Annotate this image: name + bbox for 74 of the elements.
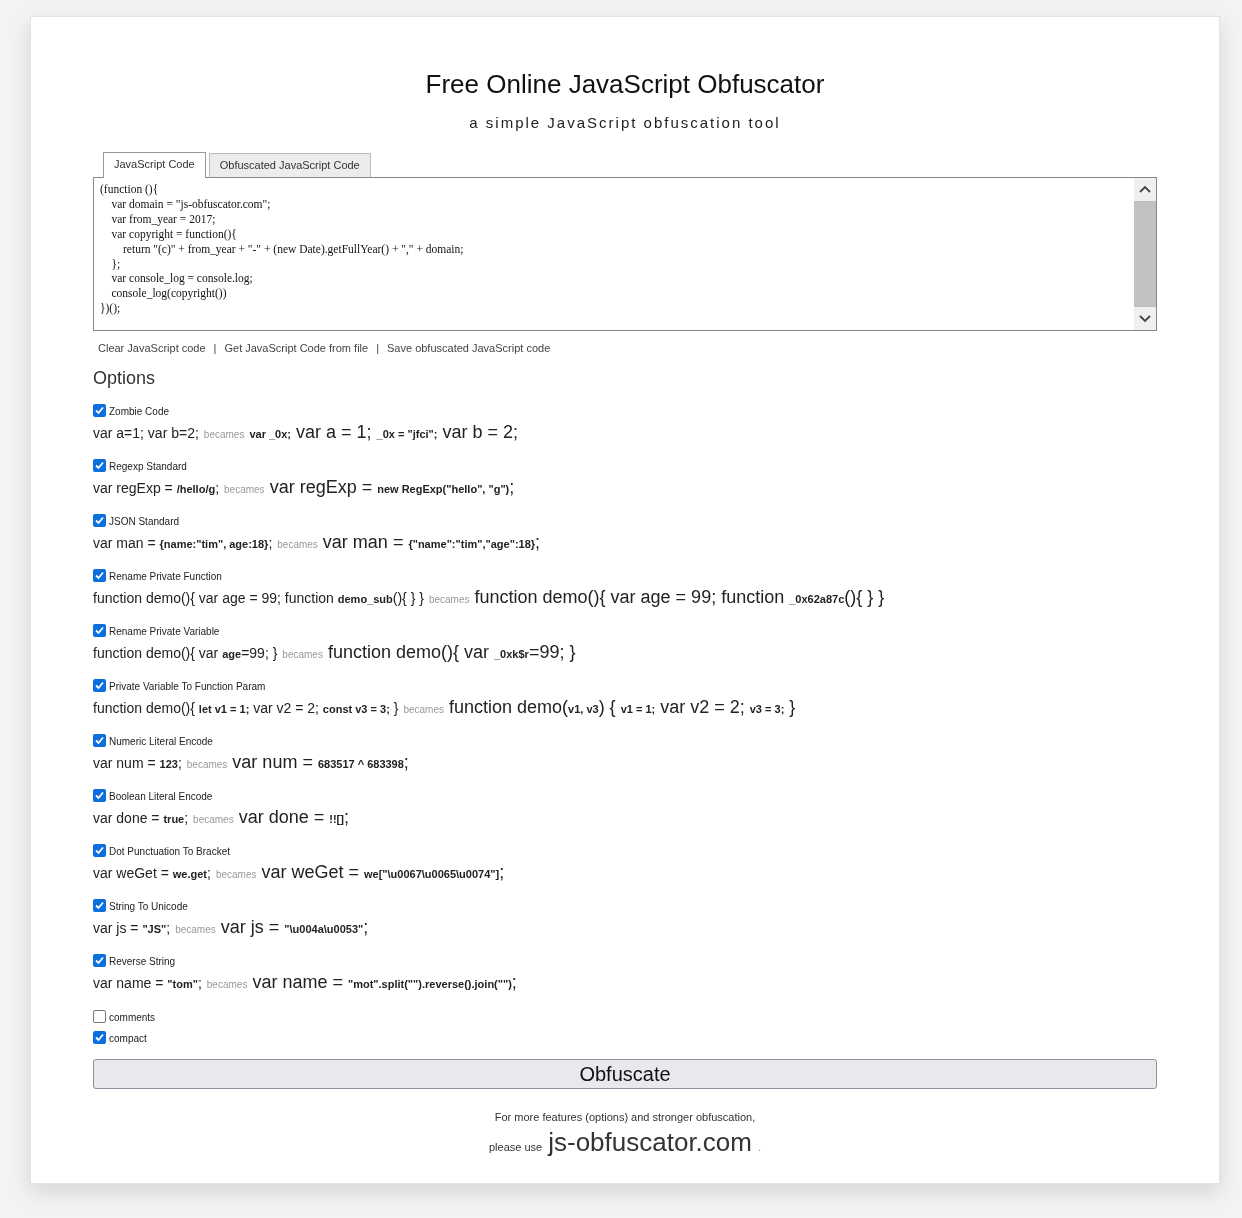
- example-connector: becames: [206, 979, 248, 990]
- example-code: var js = "JS";: [93, 920, 171, 936]
- checkbox[interactable]: [93, 953, 106, 967]
- example-result: var num = 683517 ^ 683398;: [232, 752, 409, 773]
- link-separator: |: [376, 342, 379, 354]
- link-separator: |: [213, 342, 217, 354]
- example-result: function demo(v1, v3) { v1 = 1; var v2 = 2; v3 = 3; }: [448, 697, 796, 718]
- checkbox[interactable]: [93, 513, 106, 527]
- checkbox[interactable]: [93, 623, 106, 637]
- example-result: function demo(){ var _0xk$r=99; }: [327, 642, 576, 663]
- example-code: function demo(){ let v1 = 1; var v2 = 2; const v3 = 3; }: [93, 700, 399, 716]
- example-code: var num = 123;: [93, 755, 182, 771]
- checkbox[interactable]: [93, 568, 106, 582]
- checkbox-label[interactable]: Private Variable To Function Param: [109, 678, 266, 692]
- example-connector: becames: [428, 594, 470, 605]
- example-code: var weGet = we.get;: [93, 865, 211, 881]
- example-code: var done = true;: [93, 810, 189, 826]
- example-code: var man = {name:"tim", age:18};: [93, 535, 273, 551]
- example-connector: becames: [203, 429, 245, 440]
- checkbox-label[interactable]: Numeric Literal Encode: [109, 733, 213, 747]
- checkbox-label[interactable]: Rename Private Function: [109, 568, 222, 582]
- text-link[interactable]: Clear JavaScript code: [98, 342, 206, 354]
- example-code: function demo(){ var age = 99; function demo_sub(){ } }: [93, 590, 424, 606]
- tab[interactable]: Obfuscated JavaScript Code: [208, 153, 371, 177]
- obfuscate-button[interactable]: Obfuscate: [93, 1059, 1157, 1089]
- checkbox[interactable]: [93, 898, 106, 912]
- checkbox-label[interactable]: JSON Standard: [109, 513, 180, 527]
- footer-period: .: [757, 1141, 761, 1153]
- example-result: var _0x; var a = 1; _0x = "jfci"; var b = 2;: [249, 422, 518, 443]
- page-title: Free Online JavaScript Obfuscator: [424, 69, 826, 100]
- example-result: function demo(){ var age = 99; function _0x62a87c(){ } }: [474, 587, 885, 608]
- example-result: var man = {"name":"tim","age":18};: [322, 532, 541, 553]
- example-result: var name = "mot".split("").reverse().join("");: [252, 972, 517, 993]
- example-connector: becames: [175, 924, 216, 935]
- checkbox-label[interactable]: Dot Punctuation To Bracket: [109, 843, 230, 857]
- checkbox-label[interactable]: Zombie Code: [109, 403, 170, 417]
- checkbox[interactable]: [93, 843, 106, 857]
- checkbox-label[interactable]: compact: [109, 1030, 147, 1044]
- example-code: function demo(){ var age=99; }: [93, 645, 278, 661]
- example-code: var name = "tom";: [93, 975, 202, 991]
- checkbox-label[interactable]: String To Unicode: [109, 898, 188, 912]
- checkbox[interactable]: [93, 1009, 106, 1023]
- checkbox[interactable]: [93, 678, 106, 692]
- example-result: var regExp = new RegExp("hello", "g");: [269, 477, 515, 498]
- example-connector: becames: [215, 869, 257, 880]
- checkbox-label[interactable]: Regexp Standard: [109, 458, 187, 472]
- checkbox[interactable]: [93, 1030, 106, 1044]
- example-connector: becames: [193, 814, 234, 825]
- checkbox-label[interactable]: comments: [109, 1009, 156, 1023]
- example-connector: becames: [403, 704, 444, 715]
- site-link[interactable]: js-obfuscator.com: [548, 1127, 752, 1158]
- example-code: var a=1; var b=2;: [93, 425, 199, 441]
- page-subtitle: a simple JavaScript obfuscation tool: [468, 114, 782, 131]
- example-code: var regExp = /hello/g;: [93, 480, 220, 496]
- checkbox[interactable]: [93, 403, 106, 417]
- example-connector: becames: [277, 539, 318, 550]
- example-connector: becames: [224, 484, 265, 495]
- checkbox[interactable]: [93, 733, 106, 747]
- text-link[interactable]: Get JavaScript Code from file: [224, 342, 369, 354]
- example-result: var done = !![];: [238, 807, 349, 828]
- tab[interactable]: JavaScript Code: [103, 152, 206, 178]
- checkbox-label[interactable]: Reverse String: [109, 953, 176, 967]
- example-result: var weGet = we["\u0067\u0065\u0074"];: [261, 862, 505, 883]
- example-connector: becames: [186, 759, 228, 770]
- checkbox-label[interactable]: Rename Private Variable: [109, 623, 220, 637]
- checkbox[interactable]: [93, 458, 106, 472]
- footer-note: For more features (options) and stronger obfuscation,: [493, 1111, 757, 1123]
- checkbox-label[interactable]: Boolean Literal Encode: [109, 788, 213, 802]
- text-link[interactable]: Save obfuscated JavaScript code: [387, 342, 551, 354]
- checkbox[interactable]: [93, 788, 106, 802]
- example-connector: becames: [282, 649, 323, 660]
- options-heading: Options: [93, 368, 157, 389]
- example-result: var js = "\u004a\u0053";: [220, 917, 369, 938]
- footer-prefix: please use: [489, 1141, 543, 1153]
